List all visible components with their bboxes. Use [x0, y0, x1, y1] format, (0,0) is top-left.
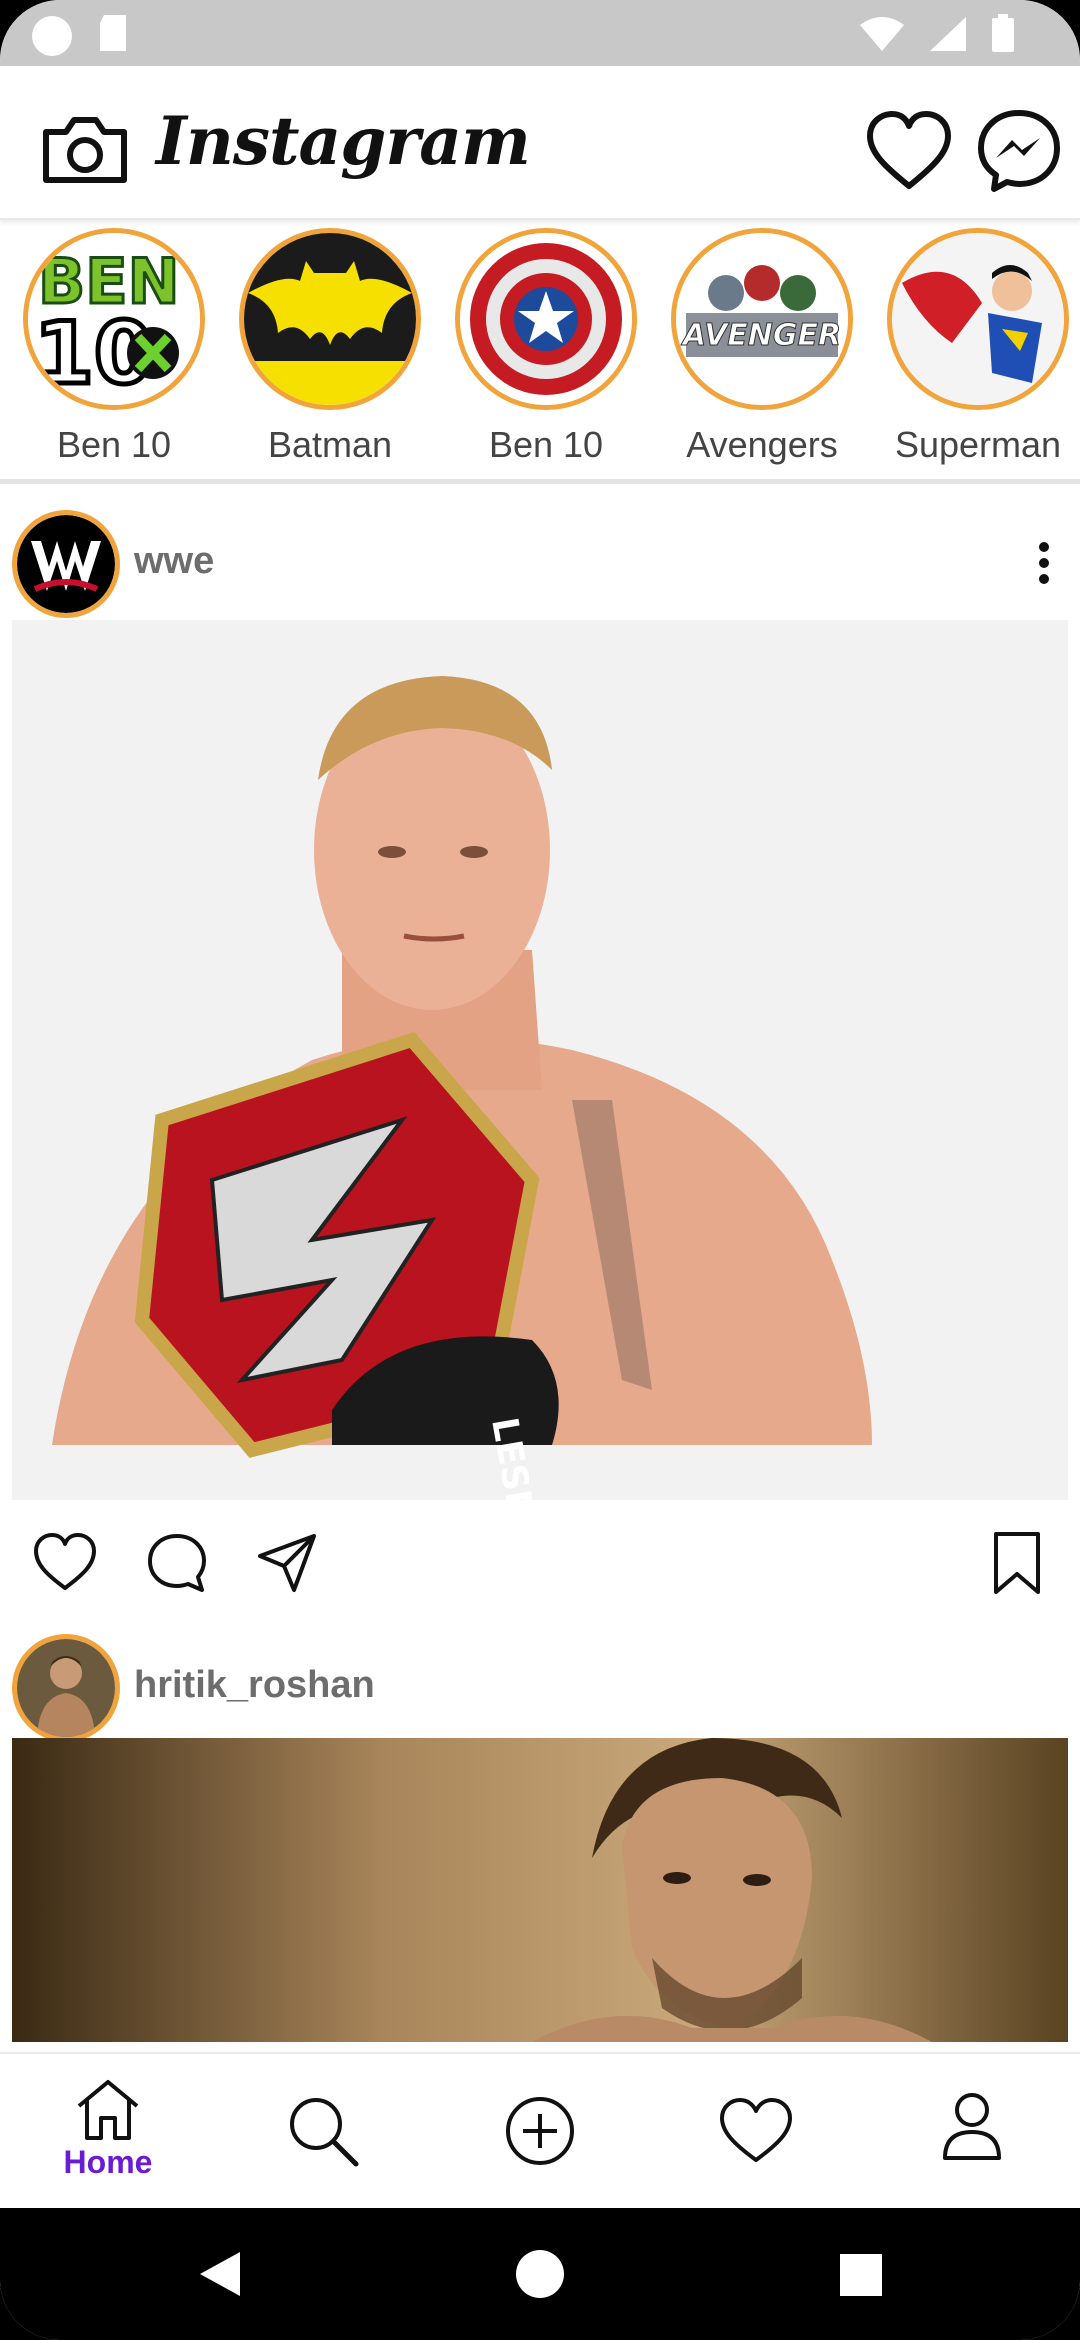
more-options-icon[interactable] — [1036, 540, 1052, 586]
notification-icon — [32, 16, 72, 56]
stories-row: BEN 10 Ben 10 Batman Ben 10 AVENGER Aven… — [0, 222, 1080, 484]
activity-heart-icon[interactable] — [864, 108, 954, 198]
story-label: Batman — [267, 424, 393, 465]
heart-icon — [720, 2098, 792, 2162]
sd-card-icon — [100, 15, 126, 51]
story-item[interactable]: AVENGER Avengers — [671, 222, 853, 479]
story-avatar[interactable]: AVENGER — [671, 228, 853, 410]
add-circle-icon — [506, 2097, 574, 2165]
search-icon — [290, 2098, 359, 2167]
story-label: Superman — [894, 424, 1062, 465]
ben10-logo-icon: BEN 10 — [28, 233, 200, 405]
captain-shield-icon — [460, 233, 632, 405]
story-avatar[interactable]: BEN 10 — [23, 228, 205, 410]
share-send-icon[interactable] — [254, 1530, 320, 1596]
system-navigation-bar — [0, 2208, 1080, 2340]
back-icon[interactable] — [196, 2248, 244, 2300]
messenger-icon[interactable] — [976, 108, 1062, 194]
nav-search[interactable] — [264, 2076, 384, 2196]
post-header: wwe — [0, 504, 1080, 618]
story-label: Ben 10 — [488, 424, 604, 465]
post-actions-bar — [0, 1514, 1080, 1614]
wwe-logo-icon — [17, 515, 115, 613]
app-title: Instagram — [156, 102, 531, 180]
story-item[interactable]: Superman — [887, 222, 1069, 479]
signal-icon — [930, 17, 966, 51]
wifi-icon — [860, 17, 904, 51]
nav-home[interactable]: Home — [48, 2076, 168, 2196]
bottom-navigation: Home — [0, 2052, 1080, 2208]
nav-home-label: Home — [63, 2144, 153, 2180]
story-item[interactable]: BEN 10 Ben 10 — [23, 222, 205, 479]
battery-icon — [992, 14, 1014, 52]
top-app-bar: Instagram — [0, 66, 1080, 220]
story-avatar[interactable] — [239, 228, 421, 410]
story-label: Avengers — [686, 424, 838, 465]
post-username[interactable]: hritik_roshan — [134, 1664, 375, 1707]
avengers-logo-icon: AVENGER — [676, 233, 848, 405]
actor-photo — [12, 1738, 1068, 2042]
story-avatar[interactable] — [887, 228, 1069, 410]
camera-icon[interactable] — [40, 114, 130, 186]
post-image[interactable] — [12, 1738, 1068, 2042]
post-image[interactable]: LESN — [12, 620, 1068, 1500]
story-avatar[interactable] — [455, 228, 637, 410]
comment-icon[interactable] — [144, 1530, 210, 1596]
phone-screen: Instagram BEN 10 Ben 10 Batman Ben 10 AV… — [0, 0, 1080, 2340]
story-label: Ben 10 — [56, 424, 172, 465]
profile-icon — [943, 2093, 1001, 2160]
post-username[interactable]: wwe — [134, 540, 214, 583]
profile-photo — [17, 1639, 115, 1737]
status-bar — [0, 0, 1080, 66]
post-header: hritik_roshan — [0, 1628, 1080, 1742]
post-avatar[interactable] — [12, 1634, 120, 1742]
nav-profile[interactable] — [912, 2076, 1032, 2196]
nav-activity[interactable] — [696, 2076, 816, 2196]
svg-text:AVENGER: AVENGER — [681, 318, 841, 353]
like-heart-icon[interactable] — [32, 1530, 98, 1596]
bookmark-icon[interactable] — [984, 1530, 1050, 1596]
recents-icon[interactable] — [838, 2252, 884, 2298]
story-item[interactable]: Batman — [239, 222, 421, 479]
nav-add-post[interactable] — [480, 2076, 600, 2196]
story-item[interactable]: Ben 10 — [455, 222, 637, 479]
home-circle-icon[interactable] — [514, 2248, 566, 2300]
home-icon — [77, 2080, 139, 2140]
wrestler-photo: LESN — [12, 620, 1068, 1500]
batman-logo-icon — [244, 233, 416, 405]
superman-figure-icon — [892, 233, 1064, 405]
post-avatar[interactable] — [12, 510, 120, 618]
